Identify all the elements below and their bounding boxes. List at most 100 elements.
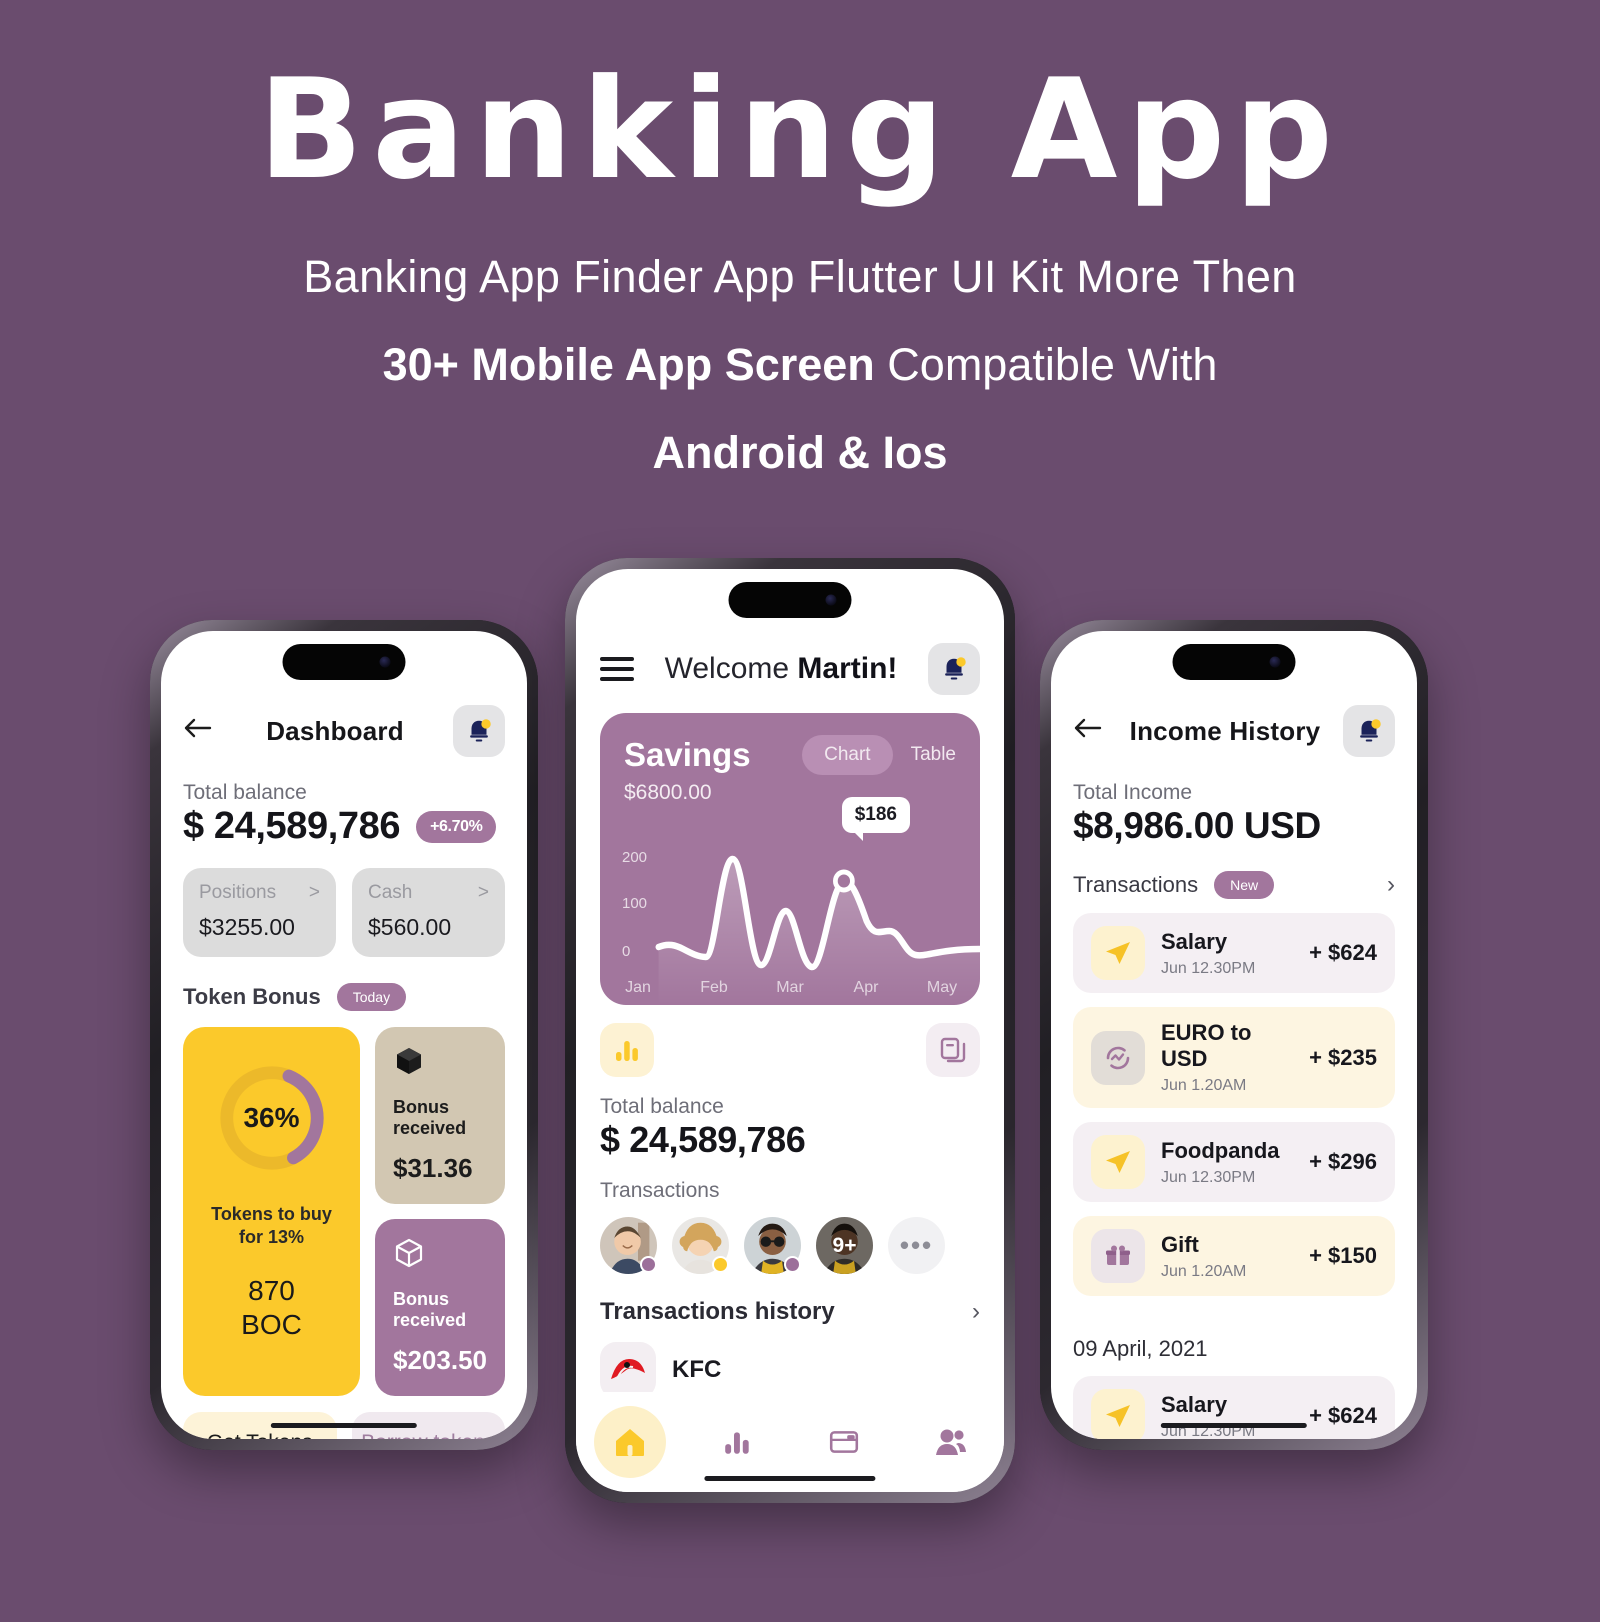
camera-lens-icon xyxy=(379,656,391,668)
mini-card-value: $560.00 xyxy=(368,914,452,940)
income-row-text: Salary Jun 12.30PM xyxy=(1161,1392,1293,1440)
date-separator: 09 April, 2021 xyxy=(1073,1336,1208,1361)
income-row-text: Gift Jun 1.20AM xyxy=(1161,1232,1293,1281)
balance-value: $ 24,589,786 xyxy=(183,805,401,847)
mini-card-top: Cash > xyxy=(368,882,489,904)
dynamic-island xyxy=(282,644,406,680)
x-axis-labels: Jan Feb Mar Apr May xyxy=(600,979,980,997)
income-row-time: Jun 12.30PM xyxy=(1161,959,1256,977)
y-tick-0: 0 xyxy=(622,943,631,960)
income-label: Total Income xyxy=(1073,781,1193,804)
hamburger-menu-icon[interactable] xyxy=(600,657,634,681)
token-bonus-chip[interactable]: Today xyxy=(336,983,407,1011)
dynamic-island xyxy=(728,582,852,618)
avatar[interactable] xyxy=(600,1217,657,1274)
bell-glyph xyxy=(470,719,491,742)
partial-transaction-row[interactable]: KFC xyxy=(600,1342,980,1398)
avatar-more-button[interactable]: ••• xyxy=(888,1217,945,1274)
x-tick-feb: Feb xyxy=(700,979,728,996)
hero-subtitle-2: 30+ Mobile App Screen Compatible With xyxy=(0,339,1600,391)
income-row[interactable]: Gift Jun 1.20AM + $150 xyxy=(1073,1216,1395,1296)
token-bonus-header: Token Bonus Today xyxy=(183,983,505,1011)
home-indicator xyxy=(1160,1423,1308,1428)
bar-chart-icon[interactable] xyxy=(600,1023,654,1077)
arrow-left-icon[interactable] xyxy=(183,716,217,746)
kfc-logo-icon xyxy=(600,1342,656,1398)
send-plane-icon xyxy=(1091,926,1145,980)
page-title: Banking App xyxy=(257,49,1343,210)
avatar-overflow[interactable]: 9+ xyxy=(816,1217,873,1274)
y-tick-200: 200 xyxy=(622,849,648,866)
arrow-left-glyph xyxy=(1074,718,1102,738)
income-row-amount: + $296 xyxy=(1309,1149,1377,1174)
income-row[interactable]: Foodpanda Jun 12.30PM + $296 xyxy=(1073,1122,1395,1202)
x-tick-mar: Mar xyxy=(776,979,804,996)
progress-percent: 36% xyxy=(243,1102,300,1133)
tab-cards[interactable] xyxy=(790,1426,897,1458)
bell-glyph xyxy=(945,657,966,680)
camera-lens-icon xyxy=(1269,656,1281,668)
arrow-left-icon[interactable] xyxy=(1073,716,1107,746)
chevron-right-icon[interactable]: › xyxy=(1387,871,1395,899)
tab-profile[interactable] xyxy=(897,1426,1004,1458)
income-row-amount: + $624 xyxy=(1309,940,1377,965)
income-row-name: Foodpanda xyxy=(1161,1137,1280,1163)
mini-card-cash[interactable]: Cash > $560.00 xyxy=(352,868,505,957)
avatar[interactable] xyxy=(744,1217,801,1274)
bell-notification-icon[interactable] xyxy=(453,705,505,757)
bonus-card-received-1[interactable]: Bonus received $31.36 xyxy=(375,1027,505,1204)
income-row[interactable]: Salary Jun 12.30PM + $624 xyxy=(1073,1376,1395,1439)
arrow-left-glyph xyxy=(184,718,212,738)
tab-home[interactable] xyxy=(576,1406,683,1478)
bonus-card-received-2[interactable]: Bonus received $203.50 xyxy=(375,1219,505,1396)
tab-chart[interactable]: Chart xyxy=(802,735,893,775)
page-title-income: Income History xyxy=(1129,715,1321,746)
income-row[interactable]: EURO to USD Jun 1.20AM + $235 xyxy=(1073,1007,1395,1108)
send-plane-glyph xyxy=(1106,1151,1130,1173)
token-caption-line2: for 13% xyxy=(238,1226,305,1247)
bell-notification-icon[interactable] xyxy=(1343,705,1395,757)
mini-cards-row: Positions > $3255.00 Cash > $560.00 xyxy=(183,868,505,957)
phone-dashboard: Dashboard Total balance $ 24,589,786 +6.… xyxy=(150,620,538,1450)
transactions-history-label: Transactions history xyxy=(600,1298,835,1325)
x-tick-jan: Jan xyxy=(625,979,651,996)
avatar[interactable] xyxy=(672,1217,729,1274)
income-row[interactable]: Salary Jun 12.30PM + $624 xyxy=(1073,913,1395,993)
tab-stats[interactable] xyxy=(683,1427,790,1457)
mini-card-positions[interactable]: Positions > $3255.00 xyxy=(183,868,336,957)
hero-subtitle-3: Android & Ios xyxy=(652,426,948,478)
savings-title: Savings xyxy=(624,736,751,773)
exchange-glyph xyxy=(1106,1046,1130,1069)
phone-income-history: Income History Total Income $8,986.00 US… xyxy=(1040,620,1428,1450)
income-row-text: Salary Jun 12.30PM xyxy=(1161,929,1293,978)
camera-lens-icon xyxy=(825,594,837,606)
gift-glyph xyxy=(1106,1245,1130,1265)
menu-bar xyxy=(600,667,634,671)
income-row-name: Gift xyxy=(1161,1231,1199,1257)
income-row-amount: + $150 xyxy=(1309,1243,1377,1268)
savings-line-chart: 200 100 0 Jan Feb Mar Apr May xyxy=(600,825,980,1005)
send-plane-icon xyxy=(1091,1389,1145,1439)
chevron-right-icon: > xyxy=(308,882,320,903)
home-indicator xyxy=(704,1476,876,1481)
income-row-time: Jun 1.20AM xyxy=(1161,1262,1247,1280)
copy-documents-icon[interactable] xyxy=(926,1023,980,1077)
bonus-value: $203.50 xyxy=(393,1345,487,1375)
savings-chart-svg xyxy=(655,855,980,1005)
token-amount-value: 870 xyxy=(248,1275,295,1306)
bell-notification-icon[interactable] xyxy=(928,643,980,695)
token-bonus-label: Token Bonus xyxy=(183,984,321,1009)
home-glyph xyxy=(615,1429,644,1456)
cube-box-icon xyxy=(397,1048,422,1074)
mini-card-value: $3255.00 xyxy=(199,914,295,940)
phone-frame: Dashboard Total balance $ 24,589,786 +6.… xyxy=(150,620,538,1450)
token-grid: 36% Tokens to buy for 13% 870 BOC Bonus … xyxy=(183,1027,505,1396)
transactions-header: Transactions New › xyxy=(1073,871,1395,899)
transactions-history-row[interactable]: Transactions history › xyxy=(600,1298,980,1326)
income-row-amount: + $235 xyxy=(1309,1044,1377,1070)
x-tick-apr: Apr xyxy=(853,979,879,996)
token-caption: Tokens to buy for 13% xyxy=(183,1203,360,1248)
balance-change-badge: +6.70% xyxy=(416,810,497,843)
tab-table[interactable]: Table xyxy=(911,744,956,766)
phone-screen-dashboard: Dashboard Total balance $ 24,589,786 +6.… xyxy=(161,631,527,1439)
